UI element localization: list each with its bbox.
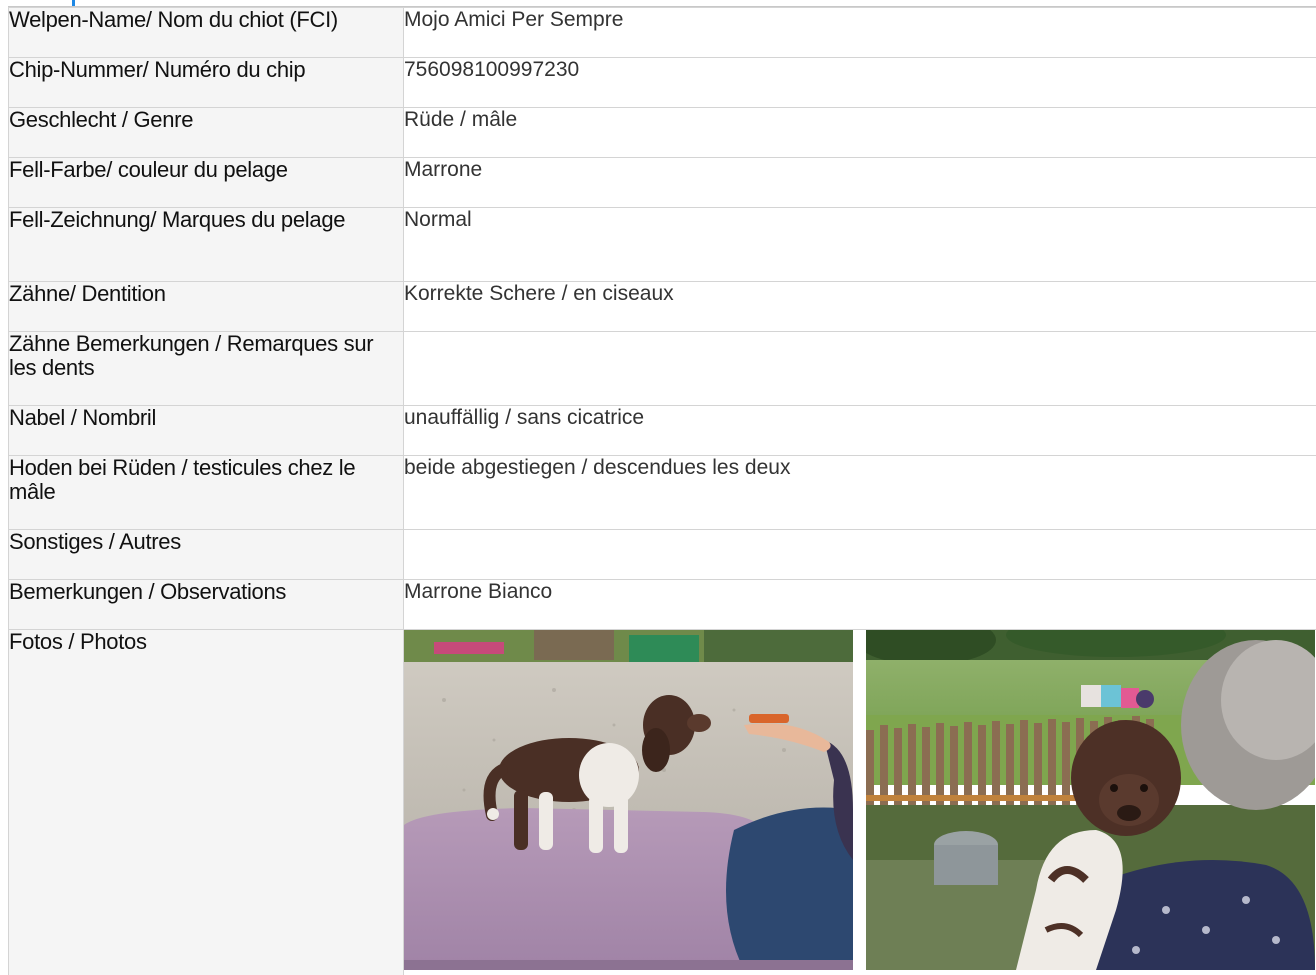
row-value: unauffällig / sans cicatrice — [403, 405, 1316, 456]
table-row-navel: Nabel / Nombril unauffällig / sans cicat… — [8, 405, 1316, 456]
row-value: Marrone Bianco — [403, 579, 1316, 630]
puppy-details-table: Welpen-Name/ Nom du chiot (FCI) Mojo Ami… — [8, 7, 1316, 975]
row-value: Rüde / mâle — [403, 107, 1316, 158]
row-label: Nabel / Nombril — [8, 405, 404, 456]
row-label: Geschlecht / Genre — [8, 107, 404, 158]
table-row-teeth-remarks: Zähne Bemerkungen / Remarques sur les de… — [8, 331, 1316, 406]
row-label: Chip-Nummer/ Numéro du chip — [8, 57, 404, 108]
table-row-other: Sonstiges / Autres — [8, 529, 1316, 580]
row-value: Mojo Amici Per Sempre — [403, 7, 1316, 58]
table-row-puppy-name: Welpen-Name/ Nom du chiot (FCI) Mojo Ami… — [8, 7, 1316, 58]
row-label: Welpen-Name/ Nom du chiot (FCI) — [8, 7, 404, 58]
row-value: Marrone — [403, 157, 1316, 208]
photos-cell — [403, 629, 1316, 975]
table-row-coat-color: Fell-Farbe/ couleur du pelage Marrone — [8, 157, 1316, 208]
table-row-chip-number: Chip-Nummer/ Numéro du chip 756098100997… — [8, 57, 1316, 108]
table-row-testicles: Hoden bei Rüden / testicules chez le mâl… — [8, 455, 1316, 530]
row-label: Zähne Bemerkungen / Remarques sur les de… — [8, 331, 404, 406]
table-row-dentition: Zähne/ Dentition Korrekte Schere / en ci… — [8, 281, 1316, 332]
row-label: Sonstiges / Autres — [8, 529, 404, 580]
table-row-observations: Bemerkungen / Observations Marrone Bianc… — [8, 579, 1316, 630]
table-row-coat-markings: Fell-Zeichnung/ Marques du pelage Normal — [8, 207, 1316, 282]
photos-label: Fotos / Photos — [8, 629, 404, 975]
row-value: beide abgestiegen / descendues les deux — [403, 455, 1316, 530]
row-value: Normal — [403, 207, 1316, 282]
page: Welpen-Name/ Nom du chiot (FCI) Mojo Ami… — [0, 0, 1316, 975]
row-value — [403, 529, 1316, 580]
row-value: Korrekte Schere / en ciseaux — [403, 281, 1316, 332]
row-label: Bemerkungen / Observations — [8, 579, 404, 630]
row-label: Zähne/ Dentition — [8, 281, 404, 332]
row-value — [403, 331, 1316, 406]
photo-puppy-on-table[interactable] — [404, 630, 853, 970]
row-label: Hoden bei Rüden / testicules chez le mâl… — [8, 455, 404, 530]
table-row-sex: Geschlecht / Genre Rüde / mâle — [8, 107, 1316, 158]
row-label: Fell-Zeichnung/ Marques du pelage — [8, 207, 404, 282]
table-row-photos: Fotos / Photos — [8, 629, 1316, 975]
row-label: Fell-Farbe/ couleur du pelage — [8, 157, 404, 208]
row-value: 756098100997230 — [403, 57, 1316, 108]
photo-puppy-on-shoulder[interactable] — [866, 630, 1315, 970]
photo-gallery — [404, 630, 1316, 970]
